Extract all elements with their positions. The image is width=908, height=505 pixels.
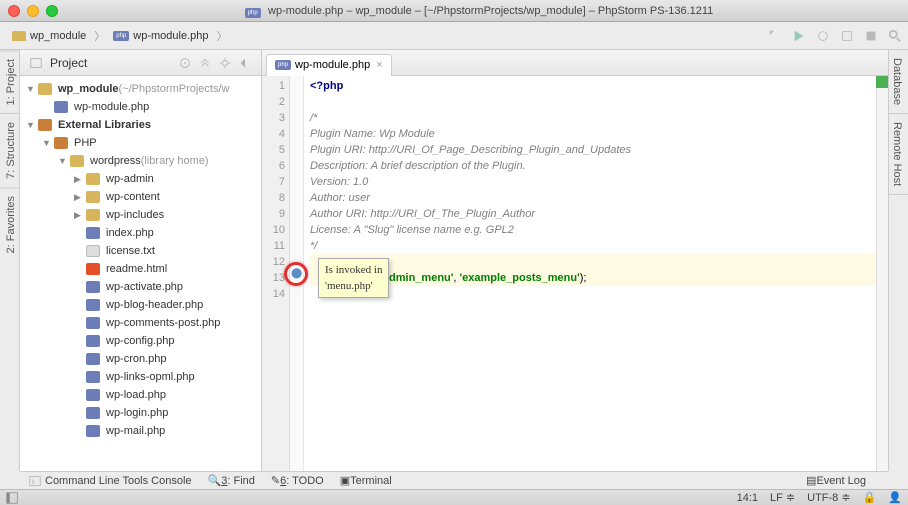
file-encoding[interactable]: UTF-8 ≑ — [807, 491, 850, 504]
event-log-tab[interactable]: ▤ Event Log — [806, 474, 866, 487]
terminal-icon — [29, 475, 41, 487]
tree-item[interactable]: ▶wp-content — [20, 188, 261, 206]
php-file-icon: php — [275, 60, 291, 70]
breadcrumb-separator: 〉 — [94, 28, 105, 44]
tree-item[interactable]: wp-mail.php — [20, 422, 261, 440]
inspection-status-ok-icon — [876, 76, 888, 88]
tree-item[interactable]: wp-cron.php — [20, 350, 261, 368]
editor-body[interactable]: 1234567891011121314 ⬤ <?php /* Plugin Na… — [262, 76, 888, 471]
tree-item[interactable]: wp-blog-header.php — [20, 296, 261, 314]
php-file-icon: php — [245, 8, 261, 18]
annotation-highlight-circle — [284, 262, 308, 286]
breadcrumb-project[interactable]: wp_module — [6, 28, 92, 44]
hector-icon[interactable]: 👤 — [888, 491, 902, 504]
code-area[interactable]: <?php /* Plugin Name: Wp Module Plugin U… — [304, 76, 876, 471]
structure-tool-tab[interactable]: 7: Structure — [0, 113, 19, 187]
breadcrumb-file[interactable]: php wp-module.php — [107, 28, 214, 44]
find-tool-tab[interactable]: 🔍 3: Find — [208, 474, 255, 487]
terminal-tool-tab[interactable]: ▣ Terminal — [340, 474, 392, 487]
project-tool-tab[interactable]: 1: Project — [0, 50, 19, 113]
tree-item[interactable]: readme.html — [20, 260, 261, 278]
tree-item[interactable]: wp-module.php — [20, 98, 261, 116]
remote-host-tool-tab[interactable]: Remote Host — [889, 114, 908, 195]
scroll-to-source-icon[interactable] — [178, 56, 192, 70]
traffic-lights — [8, 5, 58, 17]
toolbar-actions — [768, 29, 902, 43]
marker-gutter: ⬤ — [290, 76, 304, 471]
tree-item[interactable]: wp-activate.php — [20, 278, 261, 296]
todo-tool-tab[interactable]: ✎ 6: TODO — [271, 474, 324, 487]
database-tool-tab[interactable]: Database — [889, 50, 908, 114]
status-bar: 14:1 LF ≑ UTF-8 ≑ 🔒 👤 — [0, 489, 908, 505]
tree-item[interactable]: ▼wp_module (~/PhpstormProjects/w — [20, 80, 261, 98]
tree-item[interactable]: ▼PHP — [20, 134, 261, 152]
gear-icon[interactable] — [218, 56, 232, 70]
favorites-tool-tab[interactable]: 2: Favorites — [0, 187, 19, 261]
project-panel-title: Project — [50, 56, 87, 70]
editor-tab[interactable]: php wp-module.php × — [266, 54, 392, 76]
debug-icon[interactable] — [816, 29, 830, 43]
tree-item[interactable]: ▶wp-includes — [20, 206, 261, 224]
error-stripe[interactable] — [876, 76, 888, 471]
tree-item[interactable]: ▼wordpress (library home) — [20, 152, 261, 170]
tree-item[interactable]: wp-load.php — [20, 386, 261, 404]
tree-item[interactable]: ▼External Libraries — [20, 116, 261, 134]
tree-item[interactable]: wp-config.php — [20, 332, 261, 350]
command-line-tools-tab[interactable]: Command Line Tools Console — [45, 475, 192, 487]
editor-tabs: php wp-module.php × — [262, 50, 888, 76]
tool-window-bar: Command Line Tools Console 🔍 3: Find ✎ 6… — [20, 471, 888, 489]
editor-tab-label: wp-module.php — [295, 59, 370, 71]
breadcrumb-separator: 〉 — [216, 28, 227, 44]
hide-panel-icon[interactable] — [238, 56, 252, 70]
collapse-all-icon[interactable] — [198, 56, 212, 70]
stop-icon[interactable] — [864, 29, 878, 43]
project-panel-header: Project — [20, 50, 261, 76]
folder-icon — [12, 31, 26, 41]
project-panel: Project ▼wp_module (~/PhpstormProjects/w… — [20, 50, 262, 471]
php-file-icon: php — [113, 31, 129, 41]
search-icon[interactable] — [888, 29, 902, 43]
right-tool-tabs: Database Remote Host — [888, 50, 908, 471]
tree-item[interactable]: index.php — [20, 224, 261, 242]
coverage-icon[interactable] — [840, 29, 854, 43]
make-icon[interactable] — [768, 29, 782, 43]
tree-item[interactable]: wp-login.php — [20, 404, 261, 422]
run-icon[interactable] — [792, 29, 806, 43]
left-tool-tabs: 1: Project 7: Structure 2: Favorites — [0, 50, 20, 471]
tree-item[interactable]: wp-comments-post.php — [20, 314, 261, 332]
window-title: php wp-module.php – wp_module – [~/Phpst… — [58, 3, 900, 18]
window-titlebar: php wp-module.php – wp_module – [~/Phpst… — [0, 0, 908, 22]
gutter-tooltip: Is invoked in 'menu.php' — [318, 258, 389, 298]
main-area: Project ▼wp_module (~/PhpstormProjects/w… — [20, 50, 888, 471]
project-tree[interactable]: ▼wp_module (~/PhpstormProjects/wwp-modul… — [20, 76, 261, 471]
tree-item[interactable]: wp-links-opml.php — [20, 368, 261, 386]
project-view-icon[interactable] — [29, 56, 43, 70]
navigation-bar: wp_module 〉 php wp-module.php 〉 — [0, 22, 908, 50]
tree-item[interactable]: license.txt — [20, 242, 261, 260]
zoom-window-button[interactable] — [46, 5, 58, 17]
lock-icon[interactable]: 🔒 — [863, 491, 877, 504]
editor-panel: php wp-module.php × 1234567891011121314 … — [262, 50, 888, 471]
cursor-position[interactable]: 14:1 — [737, 492, 758, 504]
tool-windows-toggle-icon[interactable] — [6, 492, 18, 504]
tree-item[interactable]: ▶wp-admin — [20, 170, 261, 188]
line-separator[interactable]: LF ≑ — [770, 491, 795, 504]
minimize-window-button[interactable] — [27, 5, 39, 17]
close-tab-icon[interactable]: × — [376, 59, 382, 71]
close-window-button[interactable] — [8, 5, 20, 17]
